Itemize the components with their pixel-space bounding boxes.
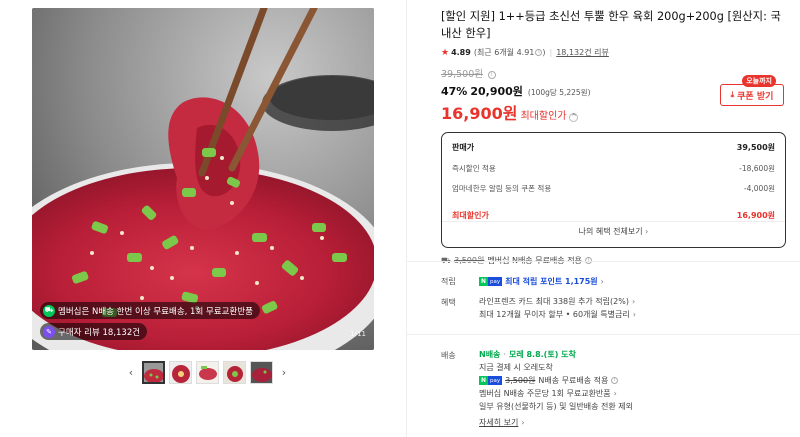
download-icon: ⤓ <box>730 90 735 99</box>
column-divider <box>406 0 407 437</box>
sale-price: 20,900원 <box>470 85 523 98</box>
breakdown-value: 39,500원 <box>736 143 775 152</box>
chevron-right-icon: › <box>631 297 636 306</box>
separator: | <box>549 48 553 57</box>
benefits-link-text: 나의 혜택 전체보기 <box>578 227 643 236</box>
review-icon: ✎ <box>43 325 55 338</box>
rating-detail-close: ) <box>542 48 546 57</box>
rating-row: ★ 4.89 (최근 6개월 4.91 i ) | 18,132건 리뷰 <box>441 47 786 58</box>
thumbnail-1[interactable] <box>142 360 165 384</box>
thumbnail-2[interactable] <box>169 360 192 384</box>
benefit-installment-line[interactable]: 최대 12개월 무이자 할부 • 60개월 특별금리 › <box>479 308 636 321</box>
breakdown-label: 판매가 <box>452 143 475 152</box>
breakdown-row: 즉시할인 적용 -18,600원 <box>452 163 775 174</box>
breakdown-row: 엄마네한우 알림 등의 쿠폰 적용 -4,000원 <box>452 183 775 194</box>
chevron-right-icon: › <box>645 227 649 236</box>
breakdown-value: -4,000원 <box>743 184 775 193</box>
product-main-image[interactable]: ⛟ 멤버십은 N배송 한번 이상 무료배송, 1회 무료교환반품 ✎ 구매자 리… <box>32 8 374 350</box>
product-title: [할인 지원] 1++등급 초신선 투뿔 한우 육회 200g+200g [원산… <box>441 10 781 40</box>
get-coupon-button[interactable]: ⤓ 쿠폰 받기 <box>720 84 784 106</box>
section-divider <box>407 261 800 262</box>
product-info: [할인 지원] 1++등급 초신선 투뿔 한우 육회 200g+200g [원산… <box>441 8 786 266</box>
breakdown-value: -18,600원 <box>739 164 775 173</box>
n-delivery-badge: N배송 <box>479 350 501 359</box>
image-counter: 1/11 <box>350 330 366 338</box>
membership-shipping-badge: ⛟ 멤버십은 N배송 한번 이상 무료배송, 1회 무료교환반품 <box>40 302 260 319</box>
original-price: 39,500원 <box>441 69 483 80</box>
npay-badge: Npay <box>479 277 503 286</box>
separator: · <box>503 350 506 359</box>
max-discount-label: 최대할인가 <box>520 111 567 122</box>
truck-icon: ⛟ <box>43 304 55 317</box>
chevron-left-icon[interactable]: ‹ <box>124 360 138 384</box>
npay-badge: Npay <box>479 376 503 385</box>
chevron-right-icon[interactable]: › <box>277 360 291 384</box>
today-only-tag: 오늘까지 <box>742 75 776 87</box>
chevron-right-icon: › <box>521 418 525 427</box>
beef-tartare-photo <box>32 8 374 350</box>
delivery-more-link[interactable]: 자세히 보기 › <box>479 416 633 429</box>
rating-detail: (최근 6개월 4.91 <box>473 48 535 57</box>
info-icon[interactable]: i <box>535 49 543 56</box>
thumbnail-4[interactable] <box>223 360 246 384</box>
benefit-card-text: 라인프렌즈 카드 최대 338원 추가 적립(2%) <box>479 297 629 306</box>
delivery-original-fee: 3,500원 <box>505 376 536 385</box>
points-content[interactable]: Npay 최대 적립 포인트 1,175원 › <box>479 275 604 288</box>
badge-shipping-text: 멤버십은 N배송 한번 이상 무료배송, 1회 무료교환반품 <box>58 306 253 317</box>
delivery-free-text: N배송 무료배송 적용 <box>538 376 609 385</box>
delivery-pay-now: 지금 결제 시 오레도착 <box>479 363 553 372</box>
breakdown-max-label: 최대할인가 <box>452 211 489 220</box>
thumbnail-3[interactable] <box>196 360 219 384</box>
star-icon: ★ <box>441 47 450 58</box>
chevron-right-icon: › <box>632 310 636 319</box>
points-label: 적립 <box>441 277 456 286</box>
delivery-exclude-text: 일부 유형(선물하기 등) 및 일반배송 전환 제외 <box>479 402 633 411</box>
breakdown-label: 엄마네한우 알림 등의 쿠폰 적용 <box>452 184 552 193</box>
my-benefits-link[interactable]: 나의 혜택 전체보기 › <box>442 226 785 237</box>
delivery-content: N배송 · 모레 8.8.(토) 도착 지금 결제 시 오레도착 Npay 3,… <box>479 348 633 429</box>
breakdown-max-row: 최대할인가 16,900원 <box>452 210 775 221</box>
unit-price: (100g당 5,225원) <box>527 88 591 97</box>
breakdown-row: 판매가 39,500원 <box>452 142 775 153</box>
chevron-right-icon: › <box>613 389 617 398</box>
price-breakdown-box: 판매가 39,500원 즉시할인 적용 -18,600원 엄마네한우 알림 등의… <box>441 132 786 248</box>
breakdown-divider <box>442 221 785 222</box>
info-icon[interactable]: i <box>487 71 496 79</box>
review-count-link[interactable]: 18,132건 리뷰 <box>556 47 609 58</box>
rating-score: 4.89 <box>451 48 471 57</box>
breakdown-label: 즉시할인 적용 <box>452 164 496 173</box>
benefit-installment-text: 최대 12개월 무이자 할부 • 60개월 특별금리 <box>479 310 630 319</box>
chevron-right-icon: › <box>600 277 604 286</box>
benefits-label: 혜택 <box>441 298 456 307</box>
coupon-label: 쿠폰 받기 <box>737 91 774 102</box>
benefit-card-line[interactable]: 라인프렌즈 카드 최대 338원 추가 적립(2%) › <box>479 295 636 308</box>
points-text: 최대 적립 포인트 1,175원 <box>505 277 598 286</box>
delivery-label: 배송 <box>441 351 456 360</box>
coupon-area: 오늘까지 ⤓ 쿠폰 받기 <box>720 75 784 106</box>
info-icon[interactable]: i <box>611 377 619 384</box>
benefits-content: 라인프렌즈 카드 최대 338원 추가 적립(2%) › 최대 12개월 무이자… <box>479 295 636 321</box>
delivery-return-line[interactable]: 멤버십 N배송 주문당 1회 무료교환반품 › <box>479 387 633 400</box>
thumbnail-5[interactable] <box>250 360 273 384</box>
badge-reviews-text: 구매자 리뷰 18,132건 <box>58 327 141 338</box>
delivery-more-text: 자세히 보기 <box>479 418 519 427</box>
thumbnail-strip: ‹ › <box>124 360 291 384</box>
review-count-badge: ✎ 구매자 리뷰 18,132건 <box>40 323 148 340</box>
delivery-arrival: 모레 8.8.(토) 도착 <box>508 350 576 359</box>
discount-percent: 47% <box>441 85 468 98</box>
breakdown-max-value: 16,900원 <box>736 211 775 220</box>
section-divider <box>407 334 800 335</box>
chevron-up-icon[interactable]: ^ <box>569 112 579 122</box>
delivery-return-text: 멤버십 N배송 주문당 1회 무료교환반품 <box>479 389 611 398</box>
max-discount-price: 16,900원 <box>441 104 518 123</box>
